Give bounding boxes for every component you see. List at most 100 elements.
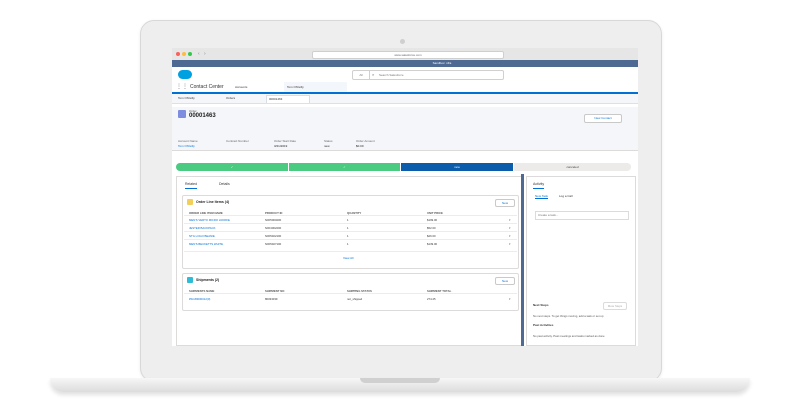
app-name: Contact Center [190,84,224,90]
field-value: new [324,144,330,148]
minimize-window-icon[interactable] [182,52,186,56]
new-shipment-button[interactable]: New [495,277,515,285]
salesforce-logo-icon[interactable] [178,70,192,79]
path-step-label: ✓ [343,165,346,169]
row-divider [184,223,517,224]
shipment-number: 80033039 [265,297,278,301]
unit-price: $26.00 [427,234,436,238]
row-divider [184,231,517,232]
next-steps-text: No next steps. To get things moving, add… [533,314,604,318]
unit-price: $199.00 [427,218,438,222]
path-step-complete[interactable]: ✓ [289,163,400,171]
activity-title: Activity [533,182,545,189]
create-task-input[interactable]: Create a task... [535,211,629,220]
record-header: Order 00001463 New Contact Account Name … [172,107,638,151]
field-label: Order Start Date [274,139,297,143]
line-item-name-link[interactable]: JESTER BACKPACK [189,226,216,230]
row-divider [184,215,517,216]
path-step-label: ✓ [230,165,234,169]
past-activities-label: Past Activities [533,323,554,327]
product-id: N0F5000200 [265,218,282,222]
status-path: ✓ ✓ new canceled [176,163,633,171]
quantity: 1 [347,234,349,238]
nav-tab-label: Accounts [235,85,248,89]
line-item-name-link[interactable]: MEN'S VERTO MICRO HOODIE [189,218,230,222]
shipping-status: not_shipped [347,297,363,301]
subtab-label: 00001463 [269,97,283,101]
app-launcher-icon[interactable]: ⋮⋮ [176,84,188,90]
view-all-link[interactable]: View All [343,256,353,260]
line-item-name-link[interactable]: NTG LOGO BEANIE [189,234,215,238]
new-order-line-item-button[interactable]: New [495,199,515,207]
unit-price: $139.00 [427,242,438,246]
close-window-icon[interactable] [176,52,180,56]
search-input[interactable]: Search Salesforce [379,71,404,79]
tab-details[interactable]: Details [219,182,230,186]
new-contact-button[interactable]: New Contact [584,114,622,123]
field-value: 3/21/2019 [274,144,288,148]
card-title: Order Line Items (4) [196,200,230,204]
row-actions-icon[interactable]: ▾ [509,234,511,238]
field-label: Status [324,139,333,143]
tab-new-task[interactable]: New Task [535,194,548,199]
path-step-complete[interactable]: ✓ [176,163,288,171]
laptop-notch [360,378,440,383]
quantity: 1 [347,226,349,230]
line-item-name-link[interactable]: MEN'S BECKETTS WHITE [189,242,223,246]
path-step-label: new [454,165,460,169]
shipment-total: 274.25 [427,297,436,301]
tab-log-a-call[interactable]: Log a Call [559,194,573,198]
global-search[interactable]: All ⌕ Search Salesforce [352,70,504,80]
order-line-items-card: Order Line Items (4) New ORDER LINE ITEM… [182,195,519,269]
forward-arrow-icon[interactable]: › [204,51,206,57]
shipments-icon [187,277,193,283]
row-divider [184,251,517,252]
row-divider [184,239,517,240]
path-step-label: canceled [566,165,579,169]
row-actions-icon[interactable]: ▾ [509,218,511,222]
camera-dot [400,39,405,44]
product-id: N0F4002200 [265,226,282,230]
quantity: 1 [347,218,349,222]
subtab-label: Orders [226,96,236,100]
maximize-window-icon[interactable] [188,52,192,56]
global-header: All ⌕ Search Salesforce [172,67,638,83]
path-step-canceled[interactable]: canceled [514,163,631,171]
order-line-items-icon [187,199,193,205]
product-id: N0F5407100 [265,242,282,246]
account-name-link[interactable]: Tom O'Reilly [178,144,195,148]
activity-panel: Activity New Task Log a Call Create a ta… [526,176,636,346]
field-label: Contract Number [226,139,249,143]
nav-tab-tom-oreilly[interactable]: Tom O'Reilly [284,82,347,94]
subtab-tom-oreilly[interactable]: Tom O'Reilly [176,95,222,102]
subtab-orders[interactable]: Orders [224,95,264,102]
row-actions-icon[interactable]: ▾ [509,242,511,246]
subtab-order-00001463[interactable]: 00001463 [266,95,310,103]
shipment-name-link[interactable]: #SC#0000012(0) [189,297,210,301]
product-id: N0F5402100 [265,234,282,238]
sandbox-banner: Sandbox: nfra [172,60,638,67]
row-actions-icon[interactable]: ▾ [509,297,511,301]
next-steps-label: Next Steps [533,303,549,307]
row-divider [184,293,517,294]
app-navigation: ⋮⋮ Contact Center Accounts Tom O'Reilly [172,82,638,94]
search-scope-select[interactable]: All [353,71,370,79]
record-name: 00001463 [189,113,216,119]
search-icon: ⌕ [372,72,375,77]
card-title: Shipments (2) [196,278,220,282]
field-label: Account Name [178,139,198,143]
more-steps-button[interactable]: More Steps [603,302,627,310]
back-arrow-icon[interactable]: ‹ [198,51,200,57]
workspace-subtabs: Tom O'Reilly Orders 00001463 [172,94,638,104]
main-panel: Related Details Order Line Items (4) New… [176,176,524,346]
row-actions-icon[interactable]: ▾ [509,226,511,230]
subtab-label: Tom O'Reilly [178,96,195,100]
url-bar[interactable]: www.salesforce.com [312,51,504,59]
past-activities-text: No past activity. Past meetings and task… [533,334,605,338]
panel-resize-handle[interactable] [521,174,524,346]
tab-related[interactable]: Related [185,182,198,189]
quantity: 1 [347,242,349,246]
path-step-current[interactable]: new [401,163,513,171]
nav-tab-accounts[interactable]: Accounts [232,82,285,92]
unit-price: $52.00 [427,226,436,230]
